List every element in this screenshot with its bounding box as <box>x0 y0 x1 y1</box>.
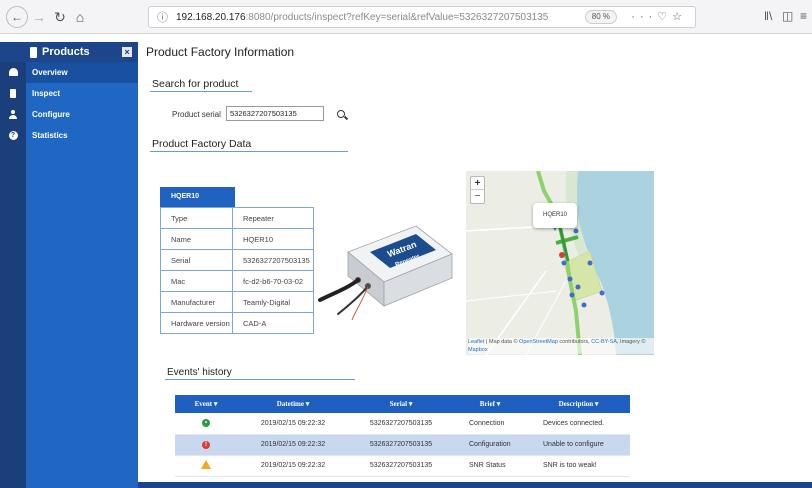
mapbox-link[interactable]: Mapbox <box>468 347 488 353</box>
url-host: 192.168.20.176 <box>176 11 246 23</box>
back-arrow-icon[interactable]: ← <box>6 6 28 28</box>
sidebar-item-statistics[interactable]: Statistics <box>26 125 138 146</box>
inspect-icon[interactable] <box>8 88 18 98</box>
sidebar: Products × ? Overview Inspect Configure … <box>0 42 138 488</box>
table-row: Manufacturer Teamly-Digital <box>160 291 314 313</box>
sidebar-item-inspect[interactable]: Inspect <box>26 83 138 104</box>
search-section-title: Search for product <box>152 78 239 90</box>
serial-label: Product serial <box>172 110 221 119</box>
nav-list: Overview Inspect Configure Statistics <box>26 62 138 488</box>
divider <box>150 91 252 92</box>
icon-rail: ? <box>0 62 26 488</box>
leaflet-link[interactable]: Leaflet <box>468 339 485 345</box>
events-title: Events' history <box>167 367 232 378</box>
map-zoom-control[interactable]: + − <box>470 176 485 204</box>
column-header-description[interactable]: Description ▾ <box>527 395 630 413</box>
footer-bar <box>138 482 812 488</box>
page-actions-icon[interactable]: ···♡☆ <box>631 10 687 23</box>
table-row[interactable]: • 2019/02/15 09:22:32 5326327207503135 C… <box>175 413 630 435</box>
status-ok-icon: • <box>202 419 210 428</box>
divider <box>165 379 355 380</box>
data-section-title: Product Factory Data <box>152 138 252 150</box>
column-header-brief[interactable]: Brief ▾ <box>453 395 527 413</box>
home-icon[interactable]: ⌂ <box>72 6 88 28</box>
serial-input[interactable] <box>226 106 324 121</box>
osm-link[interactable]: OpenStreetMap <box>519 339 558 345</box>
address-bar[interactable]: ⓘ 192.168.20.176 :8080/products/inspect?… <box>148 6 696 28</box>
sidebar-item-overview[interactable]: Overview <box>26 62 138 83</box>
page-title: Product Factory Information <box>146 45 295 59</box>
menu-icon[interactable]: ≡ <box>800 9 807 23</box>
forward-arrow-icon[interactable]: → <box>31 6 47 28</box>
reload-icon[interactable]: ↻ <box>52 6 68 28</box>
browser-toolbar: ← → ↻ ⌂ ⓘ 192.168.20.176 :8080/products/… <box>0 0 812 34</box>
table-row[interactable]: ! 2019/02/15 09:22:32 5326327207503135 C… <box>175 434 630 456</box>
repeater-device-image: Watran Repeater <box>318 225 453 321</box>
table-row: Mac fc-d2-b6-70-03-02 <box>160 270 314 292</box>
question-icon[interactable]: ? <box>8 130 18 140</box>
table-row[interactable]: 2019/02/15 09:22:32 5326327207503135 SNR… <box>175 455 630 477</box>
map-attribution: Leaflet | Map data © OpenStreetMap contr… <box>468 338 654 354</box>
zoom-level-badge[interactable]: 80 % <box>584 10 617 24</box>
sidebar-title: Products <box>42 46 90 58</box>
zoom-out-button[interactable]: − <box>471 190 484 203</box>
map-popup[interactable]: HQER10 <box>533 203 577 228</box>
zoom-in-button[interactable]: + <box>471 177 484 190</box>
column-header-event[interactable]: Event ▾ <box>175 395 237 413</box>
status-warning-icon <box>201 460 211 469</box>
product-table: Type Repeater Name HQER10 Serial 5326327207… <box>160 207 314 334</box>
sidebar-header: Products × <box>0 42 138 62</box>
product-tab[interactable]: HQER10 <box>160 187 235 207</box>
search-icon <box>337 109 345 118</box>
info-icon[interactable]: ⓘ <box>157 9 168 25</box>
close-sidebar-icon[interactable]: × <box>122 47 132 57</box>
device-location-map[interactable] <box>466 171 654 355</box>
column-header-datetime[interactable]: Datetime ▾ <box>237 395 349 413</box>
home-icon[interactable] <box>8 67 18 77</box>
table-row: Hardware version CAD-A <box>160 312 314 334</box>
events-table: Event ▾ Datetime ▾ Serial ▾ Brief ▾ Desc… <box>175 395 630 477</box>
library-icon[interactable]: ‖\ <box>764 9 772 23</box>
user-icon[interactable] <box>8 109 18 119</box>
column-header-serial[interactable]: Serial ▾ <box>349 395 453 413</box>
status-error-icon: ! <box>202 440 210 449</box>
sidebar-item-configure[interactable]: Configure <box>26 104 138 125</box>
license-link[interactable]: CC-BY-SA <box>591 339 617 345</box>
table-header-row: Event ▾ Datetime ▾ Serial ▾ Brief ▾ Desc… <box>175 395 630 413</box>
table-row: Name HQER10 <box>160 228 314 250</box>
url-path: :8080/products/inspect?refKey=serial&ref… <box>245 11 549 23</box>
table-row: Type Repeater <box>160 207 314 229</box>
sidebar-toggle-icon[interactable]: ◫ <box>782 9 793 23</box>
search-button[interactable] <box>332 105 350 122</box>
products-icon <box>30 46 37 58</box>
table-row: Serial 5326327207503135 <box>160 249 314 271</box>
divider <box>150 151 348 152</box>
